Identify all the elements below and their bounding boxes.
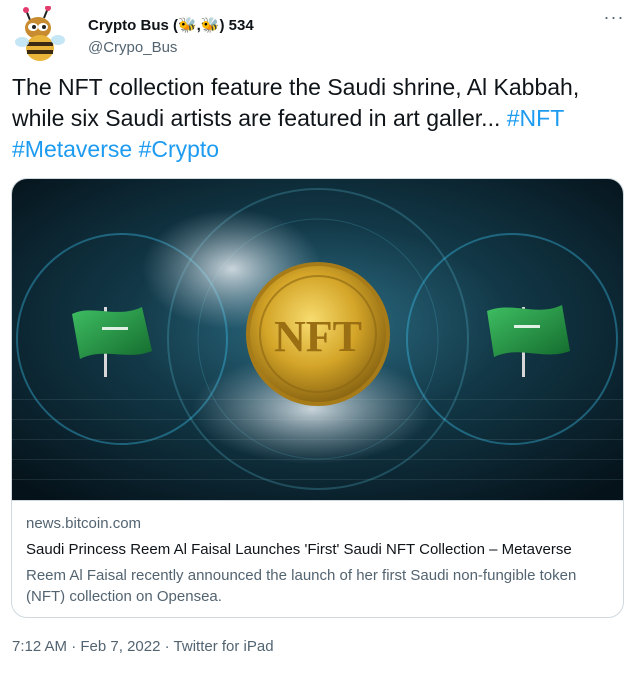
card-domain: news.bitcoin.com bbox=[26, 515, 142, 532]
avatar[interactable] bbox=[14, 6, 66, 64]
coin-label: NFT bbox=[274, 312, 362, 361]
tweet-meta: 7:12 AM · Feb 7, 2022 · Twitter for iPad bbox=[12, 638, 274, 655]
meta-separator: · bbox=[164, 638, 170, 655]
author-name[interactable]: Crypto Bus (🐝,🐝) 534 bbox=[88, 16, 254, 34]
tweet-date[interactable]: Feb 7, 2022 bbox=[80, 638, 160, 655]
hashtag-metaverse[interactable]: #Metaverse bbox=[12, 136, 132, 162]
tweet-source[interactable]: Twitter for iPad bbox=[174, 638, 274, 655]
card-image[interactable]: NFT bbox=[12, 179, 623, 501]
card-title: Saudi Princess Reem Al Faisal Launches '… bbox=[26, 541, 572, 558]
card-description: Reem Al Faisal recently announced the la… bbox=[26, 567, 577, 605]
tweet-header: Crypto Bus (🐝,🐝) 534 @Crypo_Bus ··· bbox=[12, 6, 628, 66]
link-preview-card[interactable]: NFT news.bitcoin.com Saudi Princess Reem… bbox=[11, 178, 624, 618]
meta-separator: · bbox=[71, 638, 77, 655]
tweet-time[interactable]: 7:12 AM bbox=[12, 638, 67, 655]
hashtag-crypto[interactable]: #Crypto bbox=[139, 136, 220, 162]
tweet-text: The NFT collection feature the Saudi shr… bbox=[12, 72, 622, 165]
hashtag-nft[interactable]: #NFT bbox=[507, 105, 564, 131]
author-handle[interactable]: @Crypo_Bus bbox=[88, 39, 177, 56]
more-options-icon[interactable]: ··· bbox=[602, 8, 626, 30]
tweet-body: The NFT collection feature the Saudi shr… bbox=[12, 74, 580, 131]
